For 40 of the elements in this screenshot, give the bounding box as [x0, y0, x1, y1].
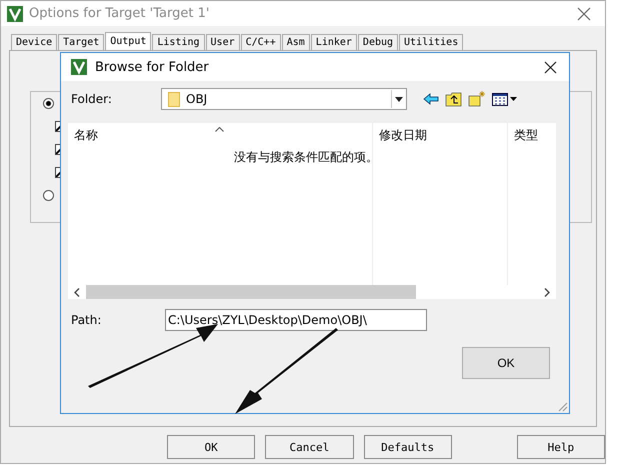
close-icon[interactable] — [544, 60, 557, 74]
new-folder-icon[interactable] — [468, 91, 486, 107]
tab[interactable]: User — [206, 34, 240, 50]
ok-button[interactable]: OK — [167, 435, 256, 459]
radio-button[interactable] — [43, 98, 54, 109]
logo-icon — [71, 59, 87, 75]
scroll-left-icon[interactable] — [74, 288, 80, 296]
tab[interactable]: Utilities — [399, 34, 464, 50]
dialog-button[interactable]: Cancel — [265, 435, 354, 459]
dialog-button[interactable]: Help — [516, 435, 605, 459]
tab[interactable]: Listing — [152, 34, 205, 50]
ok-button[interactable]: OK — [462, 347, 550, 379]
column-header[interactable]: 修改日期 — [379, 128, 427, 142]
tab[interactable]: Asm — [282, 34, 310, 50]
folder-label: Folder: — [71, 92, 113, 106]
tab[interactable]: C/C++ — [240, 34, 281, 50]
tab[interactable]: Device — [11, 34, 58, 50]
path-label: Path: — [71, 313, 102, 327]
empty-message: 没有与搜索条件匹配的项。 — [234, 149, 378, 166]
tab[interactable]: Output — [105, 32, 152, 50]
folder-dropdown[interactable]: OBJ — [161, 88, 407, 110]
dropdown-arrow-icon[interactable] — [391, 90, 406, 108]
logo-icon — [7, 6, 23, 22]
view-menu-icon[interactable] — [492, 92, 518, 106]
dialog-title: Browse for Folder — [95, 60, 209, 74]
column-header[interactable]: 名称 — [74, 128, 98, 142]
tab[interactable]: Linker — [310, 34, 357, 50]
dialog-button[interactable]: Defaults — [364, 435, 452, 459]
radio-button[interactable] — [43, 190, 54, 201]
tab[interactable]: Debug — [358, 34, 398, 50]
scroll-right-icon[interactable] — [544, 288, 550, 296]
folder-icon — [168, 92, 180, 106]
path-field[interactable]: C:\Users\ZYL\Desktop\Demo\OBJ\ — [165, 309, 427, 331]
folder-up-icon[interactable] — [445, 92, 462, 106]
tab[interactable]: Target — [58, 34, 104, 50]
column-header[interactable]: 类型 — [514, 128, 538, 142]
resize-grip-icon[interactable] — [558, 402, 568, 412]
scrollbar-thumb[interactable] — [86, 285, 416, 299]
window-title: Options for Target 'Target 1' — [29, 6, 210, 21]
back-arrow-icon[interactable] — [423, 93, 439, 105]
